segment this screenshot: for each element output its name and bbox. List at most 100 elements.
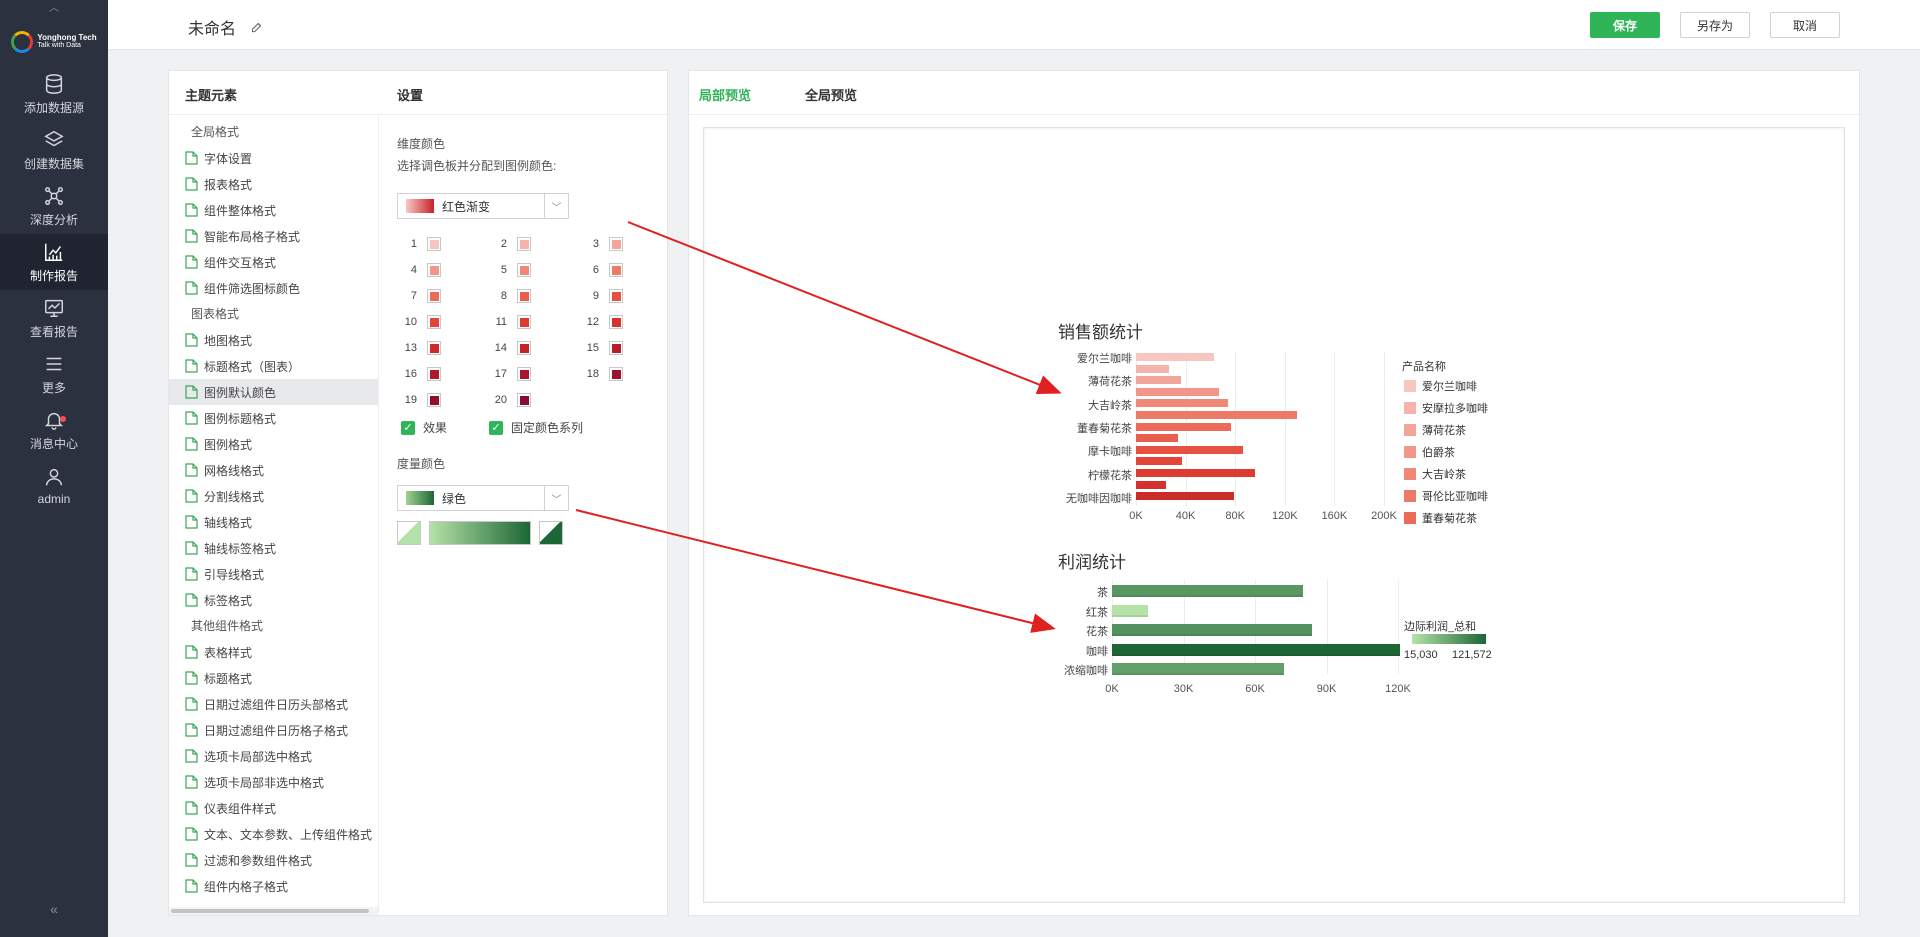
nav-admin[interactable]: admin xyxy=(0,458,108,514)
file-icon xyxy=(185,567,198,581)
tree-item[interactable]: 仪表组件样式 xyxy=(169,795,378,821)
legend-swatch xyxy=(1404,512,1416,524)
tree-item[interactable]: 组件整体格式 xyxy=(169,197,378,223)
nav-view-report[interactable]: 查看报告 xyxy=(0,290,108,346)
save-button[interactable]: 保存 xyxy=(1590,12,1660,38)
dim-color-swatch[interactable]: 14 xyxy=(487,341,531,355)
dim-color-swatch[interactable]: 10 xyxy=(397,315,441,329)
legend-swatch xyxy=(1404,468,1416,480)
tree-item[interactable]: 轴线格式 xyxy=(169,509,378,535)
dim-color-swatch[interactable]: 17 xyxy=(487,367,531,381)
tree-item[interactable]: 过滤和参数组件格式 xyxy=(169,847,378,873)
measure-gradient-bar xyxy=(429,521,531,545)
dim-color-swatch[interactable]: 16 xyxy=(397,367,441,381)
logo-mark-icon xyxy=(11,31,34,53)
dim-color-swatch[interactable]: 15 xyxy=(579,341,623,355)
tab-theme-elements[interactable]: 主题元素 xyxy=(185,85,237,104)
chevron-up-icon[interactable]: ︿ xyxy=(0,0,108,14)
tree-item[interactable]: 标题格式 xyxy=(169,665,378,691)
tree-item[interactable]: 网格线格式 xyxy=(169,457,378,483)
tree-item[interactable]: 图例标题格式 xyxy=(169,405,378,431)
file-icon xyxy=(185,801,198,815)
profit-bar xyxy=(1112,643,1400,656)
tree-item[interactable]: 报表格式 xyxy=(169,171,378,197)
tree-group[interactable]: 图表格式 xyxy=(169,301,378,327)
dim-color-swatch[interactable]: 18 xyxy=(579,367,623,381)
sales-bar xyxy=(1136,364,1170,373)
dim-color-swatch[interactable]: 4 xyxy=(397,263,441,277)
tree-item[interactable]: 文本、文本参数、上传组件格式 xyxy=(169,821,378,847)
measure-start-color[interactable] xyxy=(397,521,421,545)
tab-settings[interactable]: 设置 xyxy=(397,85,423,104)
tree-item[interactable]: 图例格式 xyxy=(169,431,378,457)
tree-item[interactable]: 表格样式 xyxy=(169,639,378,665)
category-label: 柠檬花茶 xyxy=(1088,469,1132,482)
category-label: 茶 xyxy=(1097,587,1108,599)
tree-item[interactable]: 引导线格式 xyxy=(169,561,378,587)
tree-group[interactable]: 其他组件格式 xyxy=(169,613,378,639)
nav-message-center[interactable]: 消息中心 xyxy=(0,402,108,458)
file-icon xyxy=(185,853,198,867)
dim-color-swatch[interactable]: 9 xyxy=(579,289,623,303)
tree-item[interactable]: 标签格式 xyxy=(169,587,378,613)
profit-bar xyxy=(1112,585,1303,597)
theme-element-tree: 全局格式 字体设置 报表格式 组件整体格式 智能布局格子格式 组件交互格式 组件筛选图标颜色… xyxy=(169,115,379,915)
category-label: 大吉岭茶 xyxy=(1088,399,1132,412)
measure-end-color[interactable] xyxy=(539,521,563,545)
tab-local-preview[interactable]: 局部预览 xyxy=(699,85,751,104)
dim-color-swatch[interactable]: 8 xyxy=(487,289,531,303)
dim-palette-select[interactable]: 红色渐变 ﹀ xyxy=(397,193,569,219)
tree-item[interactable]: 组件交互格式 xyxy=(169,249,378,275)
legend-item: 薄荷花茶 xyxy=(1404,422,1466,438)
dim-color-swatch[interactable]: 6 xyxy=(579,263,623,277)
save-as-button[interactable]: 另存为 xyxy=(1680,12,1750,38)
dim-color-swatch[interactable]: 5 xyxy=(487,263,531,277)
legend-label: 安摩拉多咖啡 xyxy=(1422,403,1488,415)
dim-color-swatch[interactable]: 7 xyxy=(397,289,441,303)
dim-color-swatch[interactable]: 11 xyxy=(487,315,531,329)
file-icon xyxy=(185,697,198,711)
tree-item[interactable]: 选项卡局部非选中格式 xyxy=(169,769,378,795)
nav-more[interactable]: 更多 xyxy=(0,346,108,402)
dim-color-swatch[interactable]: 1 xyxy=(397,237,441,251)
nav-make-report[interactable]: 制作报告 xyxy=(0,234,108,290)
dim-color-swatch[interactable]: 2 xyxy=(487,237,531,251)
tree-item[interactable]: 日期过滤组件日历格子格式 xyxy=(169,717,378,743)
legend-label: 董春菊花茶 xyxy=(1422,513,1477,525)
tree-item[interactable]: 组件内格子格式 xyxy=(169,873,378,899)
nav-deep-analysis[interactable]: 深度分析 xyxy=(0,178,108,234)
effect-checkbox[interactable]: ✓ 效果 xyxy=(401,419,447,436)
horizontal-scrollbar[interactable] xyxy=(169,907,378,915)
cancel-button[interactable]: 取消 xyxy=(1770,12,1840,38)
dim-color-swatch[interactable]: 20 xyxy=(487,393,531,407)
tree-item[interactable]: 轴线标签格式 xyxy=(169,535,378,561)
file-icon xyxy=(185,489,198,503)
collapse-nav-icon[interactable]: « xyxy=(0,901,108,917)
sales-bar xyxy=(1136,387,1220,396)
tree-item[interactable]: 日期过滤组件日历头部格式 xyxy=(169,691,378,717)
file-icon xyxy=(185,879,198,893)
tree-item[interactable]: 组件筛选图标颜色 xyxy=(169,275,378,301)
tree-item[interactable]: 字体设置 xyxy=(169,145,378,171)
tree-item[interactable]: 分割线格式 xyxy=(169,483,378,509)
dim-color-swatch[interactable]: 12 xyxy=(579,315,623,329)
dim-color-swatch[interactable]: 13 xyxy=(397,341,441,355)
measure-palette-select[interactable]: 绿色 ﹀ xyxy=(397,485,569,511)
tab-global-preview[interactable]: 全局预览 xyxy=(805,85,857,104)
tree-item[interactable]: 选项卡局部选中格式 xyxy=(169,743,378,769)
x-tick-label: 80K xyxy=(1225,510,1245,522)
tree-item[interactable]: 地图格式 xyxy=(169,327,378,353)
legend-item: 大吉岭茶 xyxy=(1404,466,1466,482)
nav-create-dataset[interactable]: 创建数据集 xyxy=(0,122,108,178)
dim-color-swatch[interactable]: 3 xyxy=(579,237,623,251)
tree-group[interactable]: 全局格式 xyxy=(169,119,378,145)
tree-item[interactable]: 智能布局格子格式 xyxy=(169,223,378,249)
fixed-series-checkbox[interactable]: ✓ 固定颜色系列 xyxy=(489,419,583,436)
edit-icon[interactable] xyxy=(250,20,264,34)
category-label: 咖啡 xyxy=(1086,645,1108,658)
dim-color-swatch[interactable]: 19 xyxy=(397,393,441,407)
tree-item[interactable]: 图例默认颜色 xyxy=(169,379,378,405)
category-label: 红茶 xyxy=(1086,606,1108,619)
nav-add-datasource[interactable]: 添加数据源 xyxy=(0,66,108,122)
tree-item[interactable]: 标题格式（图表） xyxy=(169,353,378,379)
